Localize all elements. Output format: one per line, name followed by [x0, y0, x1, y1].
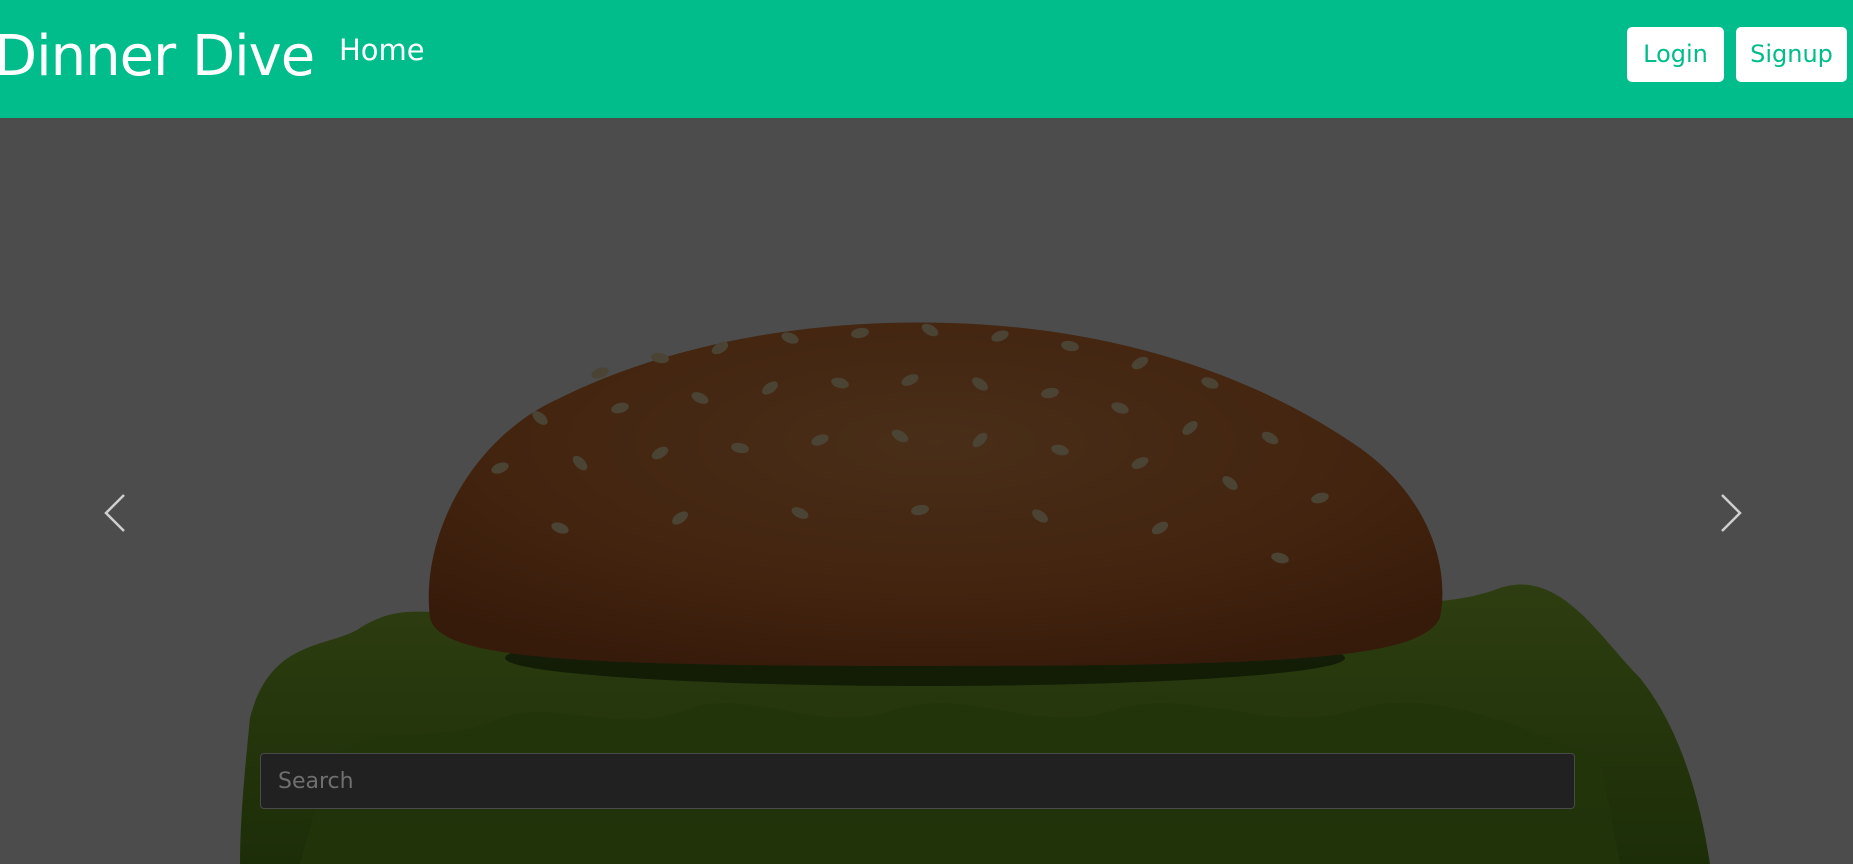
hero-carousel: [0, 118, 1853, 864]
signup-button[interactable]: Signup: [1736, 27, 1847, 82]
carousel-next-button[interactable]: [1700, 468, 1760, 558]
login-button[interactable]: Login: [1627, 27, 1724, 82]
chevron-left-icon: [104, 494, 125, 532]
brand-logo[interactable]: Dinner Dive: [0, 22, 315, 92]
chevron-right-icon: [1721, 494, 1742, 532]
navbar: Dinner Dive Home Login Signup: [0, 0, 1853, 118]
nav-link-home[interactable]: Home: [339, 30, 425, 70]
page: Dinner Dive Home Login Signup: [0, 0, 1853, 864]
carousel-prev-button[interactable]: [86, 468, 146, 558]
search-input[interactable]: [260, 753, 1575, 809]
